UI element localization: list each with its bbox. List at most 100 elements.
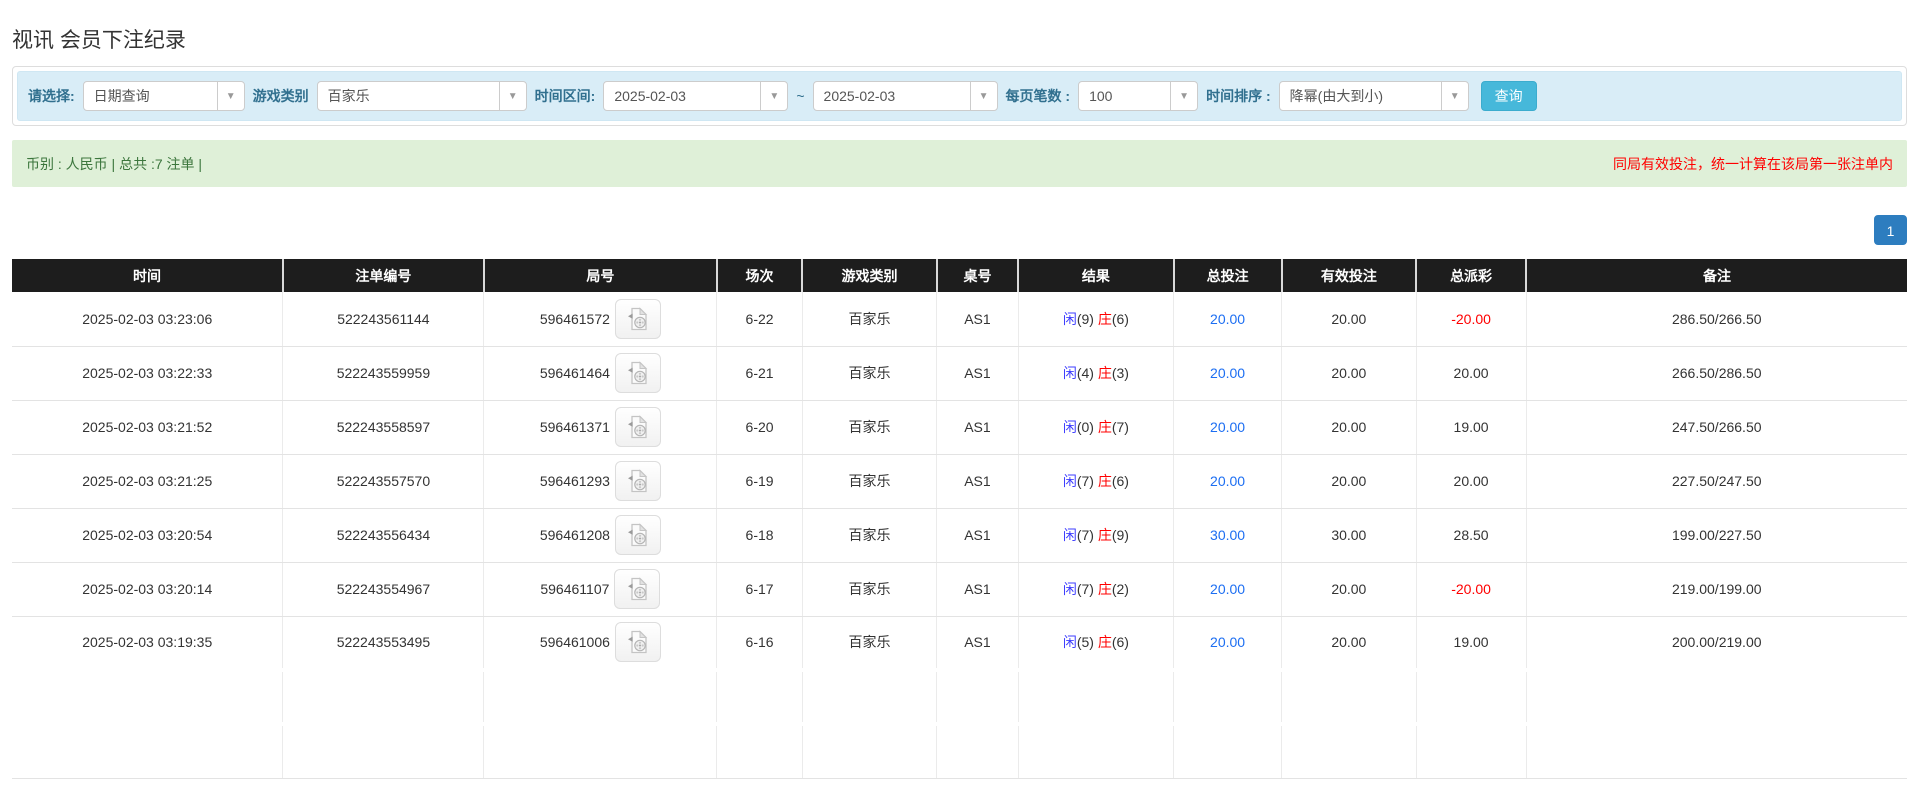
total-bet-link[interactable]: 20.00 [1210, 581, 1245, 597]
subtotal-row-cell-6 [1017, 668, 1174, 725]
cell-table-number: AS1 [936, 292, 1019, 347]
video-replay-button[interactable] [614, 461, 661, 501]
cell-time: 2025-02-03 03:20:14 [12, 562, 283, 617]
result-player-score: (0) [1076, 419, 1094, 435]
result-banker-score: (6) [1111, 473, 1129, 489]
cell-total-bet: 20.00 [1173, 454, 1282, 509]
video-replay-button[interactable] [614, 407, 661, 447]
cell-bet-id: 522243559959 [282, 346, 484, 401]
cell-remark: 247.50/266.50 [1525, 400, 1907, 455]
total-bet-link[interactable]: 20.00 [1210, 419, 1245, 435]
total-row-cell-2 [483, 722, 717, 779]
total-bet-link[interactable]: 20.00 [1210, 473, 1245, 489]
column-header-3: 场次 [715, 259, 803, 292]
table-row: 2025-02-03 03:19:35 522243553495 5964610… [12, 616, 1907, 671]
column-header-6: 结果 [1017, 259, 1174, 292]
query-type-select[interactable]: 日期查询 ▼ [82, 81, 245, 111]
column-header-0: 时间 [12, 259, 283, 292]
cell-game-category: 百家乐 [801, 562, 937, 617]
cell-payout: -20.00 [1415, 292, 1527, 347]
total-row-cell-7: 150.00 [1173, 722, 1282, 779]
cell-remark: 199.00/227.50 [1525, 508, 1907, 563]
video-file-icon [628, 415, 648, 439]
column-header-10: 备注 [1525, 259, 1907, 292]
table-row: 2025-02-03 03:23:06 522243561144 5964615… [12, 292, 1907, 347]
cell-session: 6-21 [716, 346, 803, 401]
currency-total-summary: 币别 : 人民币 | 总共 :7 注单 | [26, 155, 203, 172]
subtotal-row-cell-4 [801, 668, 937, 725]
column-header-1: 注单编号 [281, 259, 484, 292]
date-from-value: 2025-02-03 [614, 88, 686, 104]
video-file-icon [628, 469, 648, 493]
result-banker-score: (3) [1111, 365, 1129, 381]
cell-table-number: AS1 [936, 508, 1019, 563]
result-banker-label: 庄 [1097, 473, 1112, 489]
video-replay-button[interactable] [614, 353, 661, 393]
subtotal-row-cell-1: 7 [282, 668, 484, 725]
chevron-down-icon: ▼ [498, 82, 526, 110]
total-row-cell-1: 7 [282, 722, 484, 779]
total-row-cell-3 [716, 722, 803, 779]
cell-remark: 266.50/286.50 [1525, 346, 1907, 401]
date-to-select[interactable]: 2025-02-03 ▼ [812, 81, 998, 111]
cell-session: 6-22 [716, 292, 803, 347]
total-row: 总计 7 150.00 150.00 66.50 [12, 722, 1907, 779]
round-id-text: 596461464 [539, 365, 610, 381]
cell-valid-bet: 30.00 [1281, 508, 1417, 563]
column-header-2: 局号 [482, 259, 717, 292]
cell-result: 闲(5) 庄(6) [1017, 616, 1174, 671]
cell-result: 闲(0) 庄(7) [1017, 400, 1174, 455]
result-player-label: 闲 [1062, 527, 1077, 543]
result-player-label: 闲 [1062, 581, 1077, 597]
time-sort-label: 时间排序 : [1206, 88, 1271, 104]
cell-total-bet: 20.00 [1173, 400, 1282, 455]
total-bet-link[interactable]: 20.00 [1210, 365, 1245, 381]
date-from-select[interactable]: 2025-02-03 ▼ [603, 81, 789, 111]
cell-time: 2025-02-03 03:23:06 [12, 292, 283, 347]
chevron-down-icon: ▼ [760, 82, 788, 110]
cell-time: 2025-02-03 03:20:54 [12, 508, 283, 563]
time-sort-select[interactable]: 降幂(由大到小) ▼ [1278, 81, 1469, 111]
per-page-value: 100 [1089, 88, 1113, 104]
result-banker-score: (2) [1111, 581, 1129, 597]
table-row: 2025-02-03 03:22:33 522243559959 5964614… [12, 346, 1907, 401]
total-bet-link[interactable]: 20.00 [1210, 311, 1245, 327]
video-replay-button[interactable] [614, 622, 661, 663]
video-replay-button[interactable] [614, 569, 661, 609]
pagination-top: 1 [12, 215, 1907, 245]
total-bet-link[interactable]: 20.00 [1210, 634, 1245, 650]
total-row-cell-8: 150.00 [1281, 722, 1417, 779]
cell-round-id: 596461006 [483, 616, 717, 671]
cell-remark: 286.50/266.50 [1525, 292, 1907, 347]
cell-total-bet: 30.00 [1173, 508, 1282, 563]
video-replay-button[interactable] [614, 298, 661, 339]
search-button[interactable]: 查询 [1480, 81, 1537, 111]
result-banker-label: 庄 [1097, 581, 1112, 597]
range-tilde: ~ [796, 88, 805, 104]
cell-bet-id: 522243556434 [282, 508, 484, 563]
cell-game-category: 百家乐 [801, 616, 937, 671]
round-id-text: 596461006 [539, 634, 610, 651]
result-player-score: (7) [1076, 581, 1094, 597]
cell-payout: 28.50 [1415, 508, 1527, 563]
cell-result: 闲(7) 庄(6) [1017, 454, 1174, 509]
total-row-cell-4 [801, 722, 937, 779]
video-replay-button[interactable] [614, 515, 661, 555]
result-banker-label: 庄 [1097, 634, 1112, 651]
result-player-label: 闲 [1062, 473, 1077, 489]
result-banker-label: 庄 [1097, 527, 1112, 543]
column-header-5: 桌号 [935, 259, 1019, 292]
result-player-label: 闲 [1062, 634, 1077, 651]
table-row: 2025-02-03 03:21:52 522243558597 5964613… [12, 400, 1907, 455]
game-category-select[interactable]: 百家乐 ▼ [316, 81, 527, 111]
cell-valid-bet: 20.00 [1281, 346, 1417, 401]
cell-table-number: AS1 [936, 562, 1019, 617]
cell-table-number: AS1 [936, 346, 1019, 401]
per-page-select[interactable]: 100 ▼ [1078, 81, 1199, 111]
total-row-cell-9: 66.50 [1415, 722, 1527, 779]
cell-bet-id: 522243561144 [282, 292, 484, 347]
cell-payout: -20.00 [1415, 562, 1527, 617]
total-bet-link[interactable]: 30.00 [1210, 527, 1245, 543]
page-1-button[interactable]: 1 [1874, 215, 1907, 245]
result-banker-score: (9) [1111, 527, 1129, 543]
